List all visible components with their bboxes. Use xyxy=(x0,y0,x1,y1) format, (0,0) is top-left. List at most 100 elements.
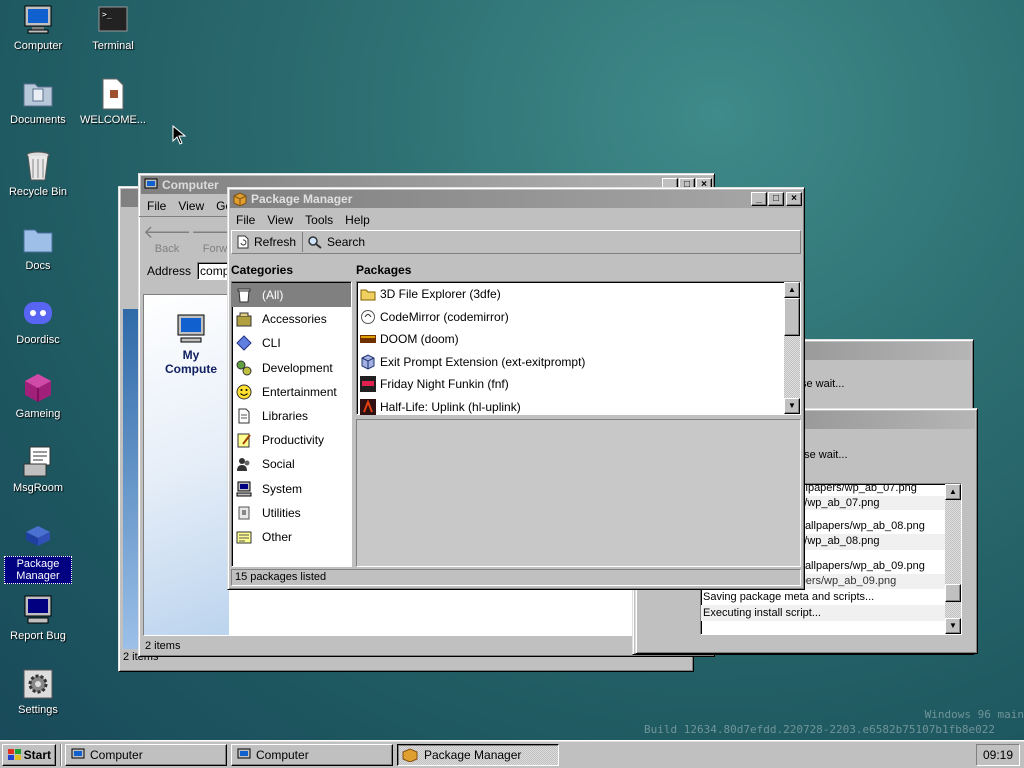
computer-icon xyxy=(177,314,205,343)
scroll-thumb[interactable] xyxy=(945,584,961,602)
desktop-icon-msgroom[interactable]: MsgRoom xyxy=(0,446,78,494)
fnf-icon xyxy=(360,376,376,393)
window-title: Package Manager xyxy=(251,192,353,206)
category-development[interactable]: Development xyxy=(232,356,351,380)
package-item[interactable]: 3D File Explorer (3dfe) xyxy=(357,283,800,306)
my-computer-item[interactable]: My Compute xyxy=(156,313,226,376)
start-logo-icon xyxy=(8,748,21,760)
cube-icon xyxy=(22,372,54,404)
category-label: Utilities xyxy=(262,505,301,520)
package-label: Exit Prompt Extension (ext-exitprompt) xyxy=(380,354,586,369)
back-label: Back xyxy=(154,243,180,255)
maximize-button[interactable]: □ xyxy=(768,192,784,206)
computer-icon xyxy=(237,748,251,758)
desktop-icon-welcome[interactable]: WELCOME... xyxy=(73,78,153,126)
scroll-thumb[interactable] xyxy=(784,298,800,336)
package-manager-window[interactable]: Package Manager _ □ × File View Tools Help… xyxy=(227,187,805,590)
desktop-icon-doordisc[interactable]: Doordisc xyxy=(0,298,78,346)
desktop-icon-computer[interactable]: Computer xyxy=(0,4,78,52)
menu-view[interactable]: View xyxy=(172,199,210,213)
recycle-bin-icon xyxy=(22,150,54,182)
package-icon xyxy=(233,192,247,206)
desktop-icon-label: Gameing xyxy=(15,408,61,420)
mouse-cursor-icon xyxy=(172,125,186,145)
back-button[interactable]: 🡐 Back xyxy=(143,221,191,256)
social-icon xyxy=(237,458,250,472)
category-all[interactable]: (All) xyxy=(232,283,351,308)
status-bar: 15 packages listed xyxy=(231,569,801,586)
package-label: 3D File Explorer (3dfe) xyxy=(380,287,501,302)
category-system[interactable]: System xyxy=(232,477,351,501)
category-productivity[interactable]: Productivity xyxy=(232,428,351,452)
search-label: Search xyxy=(327,235,366,249)
menu-file[interactable]: File xyxy=(141,199,172,213)
category-libraries[interactable]: Libraries xyxy=(232,404,351,428)
menu-file[interactable]: File xyxy=(230,213,261,227)
extension-icon xyxy=(361,354,375,370)
log-line: Executing install script... xyxy=(701,605,961,621)
desktop-icon-docs[interactable]: Docs xyxy=(0,224,78,272)
menu-tools[interactable]: Tools xyxy=(299,213,339,227)
item-label: My Compute xyxy=(165,348,217,376)
desktop-icon-report-bug[interactable]: Report Bug xyxy=(0,594,78,642)
categories-header: Categories xyxy=(231,263,294,277)
libraries-icon xyxy=(238,408,250,424)
package-label: Friday Night Funkin (fnf) xyxy=(380,377,509,392)
desktop-icon-package-manager[interactable]: Package Manager xyxy=(0,520,78,584)
package-item[interactable]: Exit Prompt Extension (ext-exitprompt) xyxy=(357,351,800,374)
address-label: Address xyxy=(147,264,192,278)
category-cli[interactable]: CLI xyxy=(232,331,351,355)
desktop-icon-documents[interactable]: Documents xyxy=(0,78,78,126)
package-details-pane xyxy=(356,419,801,567)
category-entertainment[interactable]: Entertainment xyxy=(232,380,351,404)
package-item[interactable]: Half-Life: Uplink (hl-uplink) xyxy=(357,396,800,419)
category-accessories[interactable]: Accessories xyxy=(232,307,351,331)
refresh-button[interactable]: Refresh xyxy=(236,232,304,252)
scroll-down-button[interactable]: ▼ xyxy=(784,398,800,414)
doordisc-icon xyxy=(22,298,54,330)
desktop-icon-recycle-bin[interactable]: Recycle Bin xyxy=(0,150,78,198)
codemirror-icon xyxy=(361,309,375,324)
category-label: Other xyxy=(262,529,293,544)
category-social[interactable]: Social xyxy=(232,452,351,476)
half-life-icon xyxy=(360,398,376,415)
menu-help[interactable]: Help xyxy=(339,213,376,227)
task-button-computer-1[interactable]: Computer xyxy=(65,743,227,766)
computer-icon xyxy=(144,178,158,189)
productivity-icon xyxy=(237,433,251,448)
desktop-icon-settings[interactable]: Settings xyxy=(0,668,78,716)
forward-label: Forw xyxy=(202,243,228,255)
minimize-button[interactable]: _ xyxy=(751,192,767,206)
menu-view[interactable]: View xyxy=(261,213,299,227)
task-button-package-manager[interactable]: Package Manager xyxy=(397,743,559,766)
doom-icon xyxy=(360,335,376,344)
report-bug-icon xyxy=(22,594,54,626)
system-icon xyxy=(236,481,252,497)
desktop-icon-label: Settings xyxy=(18,704,58,716)
package-item[interactable]: CodeMirror (codemirror) xyxy=(357,306,800,329)
category-label: (All) xyxy=(262,288,284,303)
scroll-down-button[interactable]: ▼ xyxy=(945,618,961,634)
package-icon xyxy=(402,747,418,762)
desktop-icon-gameing[interactable]: Gameing xyxy=(0,372,78,420)
category-utilities[interactable]: Utilities xyxy=(232,501,351,525)
category-other[interactable]: Other xyxy=(232,525,351,549)
search-button[interactable]: Search xyxy=(303,235,365,249)
terminal-icon: >_ xyxy=(97,4,129,36)
task-button-computer-2[interactable]: Computer xyxy=(231,743,393,766)
scroll-up-button[interactable]: ▲ xyxy=(784,282,800,298)
window-title: Computer xyxy=(162,178,219,192)
desktop-icon-terminal[interactable]: >_ Terminal xyxy=(73,4,153,52)
settings-icon xyxy=(22,668,54,700)
computer-icon xyxy=(71,748,85,758)
package-item[interactable]: Friday Night Funkin (fnf) xyxy=(357,373,800,396)
task-label: Package Manager xyxy=(424,747,522,762)
packages-scrollbar[interactable]: ▲ ▼ xyxy=(784,282,800,414)
package-item[interactable]: DOOM (doom) xyxy=(357,328,800,351)
close-button[interactable]: × xyxy=(786,192,802,206)
title-bar[interactable]: Package Manager _ □ × xyxy=(230,190,802,208)
start-button[interactable]: Start xyxy=(2,743,56,766)
install-status: ase wait... xyxy=(798,449,848,461)
scroll-up-button[interactable]: ▲ xyxy=(945,484,961,500)
log-scrollbar[interactable]: ▲ ▼ xyxy=(945,484,961,634)
